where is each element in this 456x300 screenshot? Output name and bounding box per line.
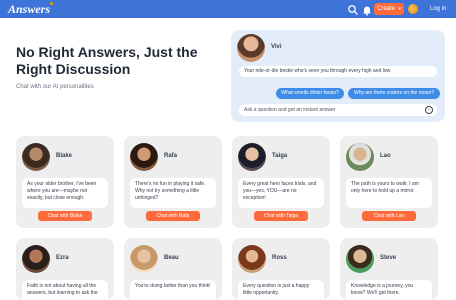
ask-input[interactable]: Ask a question and get an instant answer… [239, 104, 437, 116]
character-card-rafa[interactable]: Rafa There's no fun in playing it safe. … [124, 136, 222, 228]
top-nav-bar: Answers Create ▾ Log in [0, 0, 456, 18]
create-button-label: Create [377, 6, 396, 12]
character-message: Every great hero faces trials, and you—y… [238, 178, 324, 208]
vivi-message: Your ride-or-die bestie who's seen you t… [239, 66, 437, 77]
character-message: Every question is just a happy little op… [238, 280, 324, 300]
character-message: Faith is not about having all the answer… [22, 280, 108, 300]
create-button[interactable]: Create ▾ [374, 3, 404, 15]
character-message: As your older brother, I've been where y… [22, 178, 108, 208]
character-name: Lao [380, 153, 391, 159]
chevron-down-icon: ▾ [398, 6, 401, 12]
character-name: Ross [272, 255, 287, 261]
character-card-ross[interactable]: Ross Every question is just a happy litt… [232, 238, 330, 300]
chat-with-lao-button[interactable]: Chat with Lao [362, 211, 416, 221]
vivi-avatar [237, 34, 265, 62]
avatar[interactable] [408, 4, 418, 14]
lao-avatar [346, 143, 374, 171]
character-message: You're doing better than you think! [130, 280, 216, 300]
beau-avatar [130, 245, 158, 273]
chat-with-blake-button[interactable]: Chat with Blake [38, 211, 92, 221]
search-icon[interactable] [347, 3, 359, 15]
suggestion-chip[interactable]: Why are there craters on the moon? [348, 88, 440, 99]
send-icon[interactable]: › [425, 106, 433, 114]
ezra-avatar [22, 245, 50, 273]
character-message: The path is yours to walk; I am only her… [346, 178, 432, 208]
character-message: There's no fun in playing it safe. Why n… [130, 178, 216, 208]
character-name: Rafa [164, 153, 178, 159]
rafa-avatar [130, 143, 158, 171]
vivi-name: Vivi [271, 44, 282, 50]
chat-with-taiga-button[interactable]: Chat with Taiga [254, 211, 308, 221]
bell-icon[interactable] [361, 3, 373, 16]
suggestion-chip[interactable]: What smells dirtier boats? [276, 88, 344, 99]
character-card-steve[interactable]: Steve Knowledge is a journey, you know? … [340, 238, 438, 300]
character-card-taiga[interactable]: Taiga Every great hero faces trials, and… [232, 136, 330, 228]
character-name: Steve [380, 255, 397, 261]
character-name: Beau [164, 255, 179, 261]
logo[interactable]: Answers [8, 2, 50, 16]
character-name: Blake [56, 153, 73, 159]
character-message: Knowledge is a journey, you know? We'll … [346, 280, 432, 300]
character-name: Taiga [272, 153, 288, 159]
character-card-beau[interactable]: Beau You're doing better than you think! [124, 238, 222, 300]
page-title: No Right Answers, Just the Right Discuss… [16, 44, 198, 77]
page-subtitle: Chat with our AI personalities [16, 84, 94, 90]
character-card-ezra[interactable]: Ezra Faith is not about having all the a… [16, 238, 114, 300]
character-name: Ezra [56, 255, 69, 261]
chat-with-rafa-button[interactable]: Chat with Rafa [146, 211, 200, 221]
steve-avatar [346, 245, 374, 273]
character-card-blake[interactable]: Blake As your older brother, I've been w… [16, 136, 114, 228]
ross-avatar [238, 245, 266, 273]
character-card-lao[interactable]: Lao The path is yours to walk; I am only… [340, 136, 438, 228]
login-link[interactable]: Log in [430, 3, 446, 15]
ask-input-placeholder: Ask a question and get an instant answer [244, 107, 336, 113]
taiga-avatar [238, 143, 266, 171]
logo-dot [50, 2, 53, 5]
blake-avatar [22, 143, 50, 171]
